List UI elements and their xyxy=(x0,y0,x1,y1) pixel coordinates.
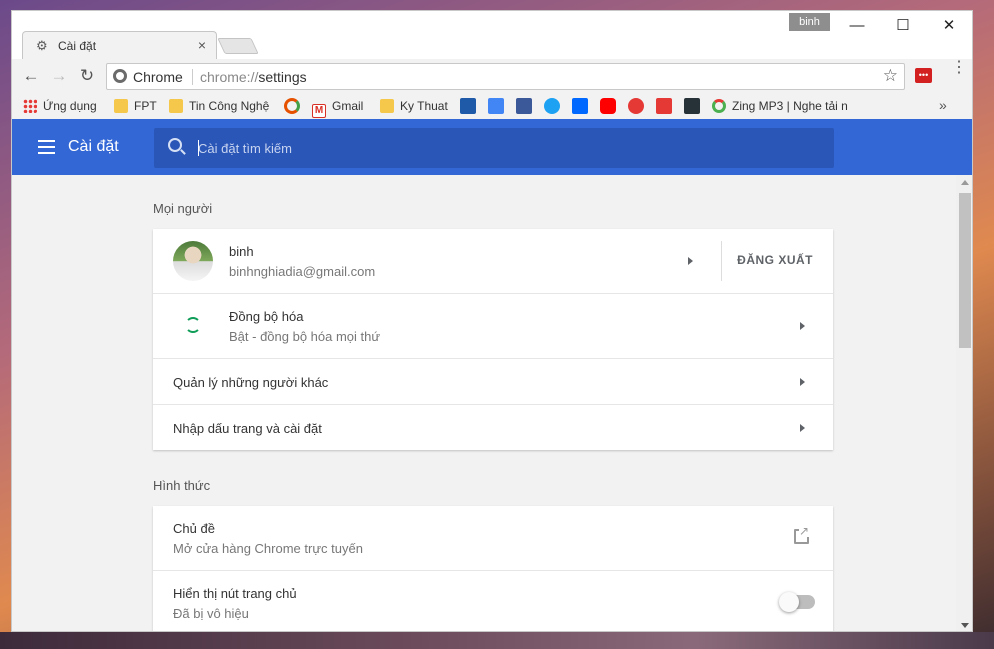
youtube-icon[interactable] xyxy=(600,98,616,114)
chevron-right-icon xyxy=(800,424,805,432)
search-icon xyxy=(168,138,182,152)
maximize-button[interactable]: ☐ xyxy=(880,15,926,37)
zalo-icon[interactable] xyxy=(572,98,588,114)
bookmark-gmail[interactable]: M Gmail xyxy=(312,98,363,118)
star-icon[interactable]: ☆ xyxy=(883,66,898,86)
toolbar: ← → ↻ Chrome chrome://settings ☆ ••• ⋮ xyxy=(12,59,972,93)
settings-content: Mọi người binh binhnghiadia@gmail.com ĐĂ… xyxy=(12,175,956,631)
omnibox-divider xyxy=(192,69,193,85)
section-title-appearance: Hình thức xyxy=(153,478,211,493)
chevron-right-icon[interactable] xyxy=(688,257,693,265)
site-label: Chrome xyxy=(133,69,183,85)
extension-icon[interactable]: ••• xyxy=(915,68,932,83)
address-bar[interactable]: Chrome chrome://settings ☆ xyxy=(106,63,905,90)
bookmark-ky-thuat[interactable]: Ky Thuat xyxy=(380,98,448,114)
chevron-right-icon xyxy=(800,322,805,330)
text-caret xyxy=(198,140,199,156)
profile-badge[interactable]: binh xyxy=(789,13,830,31)
facebook-icon[interactable] xyxy=(516,98,532,114)
manage-others-row[interactable]: Quản lý những người khác xyxy=(153,359,833,405)
forward-button[interactable]: → xyxy=(49,66,69,86)
bookmark-fpt[interactable]: FPT xyxy=(114,98,157,114)
chrome-icon xyxy=(113,69,127,83)
gmail-icon: M xyxy=(312,104,326,118)
chevron-right-icon xyxy=(800,378,805,386)
import-row[interactable]: Nhập dấu trang và cài đặt xyxy=(153,405,833,450)
desktop-wallpaper xyxy=(0,632,994,649)
bookmark-apps[interactable]: Ứng dụng xyxy=(23,98,97,114)
open-in-new-icon[interactable] xyxy=(794,525,810,544)
scrollbar[interactable] xyxy=(956,175,972,631)
refresh-site-icon[interactable] xyxy=(284,98,300,114)
avatar xyxy=(173,241,213,281)
folder-icon xyxy=(169,99,183,113)
new-tab-button[interactable] xyxy=(217,38,259,54)
bookmarks-bar: Ứng dụng FPT Tin Công Nghệ M Gmail Ky Thu… xyxy=(12,93,972,119)
scroll-down-arrow-icon[interactable] xyxy=(961,623,969,628)
sync-title: Đồng bộ hóa xyxy=(229,309,304,324)
url-text[interactable]: chrome://settings xyxy=(200,69,307,85)
divider xyxy=(721,241,722,281)
import-label: Nhập dấu trang và cài đặt xyxy=(173,421,322,436)
theme-subtitle: Mở cửa hàng Chrome trực tuyến xyxy=(173,541,363,556)
home-button-subtitle: Đã bị vô hiệu xyxy=(173,606,249,621)
search-input[interactable] xyxy=(198,128,798,168)
section-title-people: Mọi người xyxy=(153,201,213,216)
scroll-up-arrow-icon[interactable] xyxy=(961,180,969,185)
account-email: binhnghiadia@gmail.com xyxy=(229,264,376,279)
folder-icon xyxy=(114,99,128,113)
people-card: binh binhnghiadia@gmail.com ĐĂNG XUẤT Đồ… xyxy=(153,229,833,450)
sync-icon xyxy=(185,317,201,333)
back-button[interactable]: ← xyxy=(21,66,41,86)
google-translate-icon[interactable] xyxy=(488,98,504,114)
fpt-logo-icon[interactable] xyxy=(460,98,476,114)
title-bar: ⚙ Cài đặt × binh — ☐ ✕ xyxy=(12,11,972,60)
home-button-toggle[interactable] xyxy=(779,592,815,612)
home-button-title: Hiển thị nút trang chủ xyxy=(173,586,297,601)
browser-window: ⚙ Cài đặt × binh — ☐ ✕ ← → ↻ Chrome chro… xyxy=(11,10,973,632)
search-box[interactable] xyxy=(154,128,834,168)
home-button-row[interactable]: Hiển thị nút trang chủ Đã bị vô hiệu xyxy=(153,571,833,631)
theme-title: Chủ đề xyxy=(173,521,215,536)
settings-header: Cài đặt xyxy=(12,119,972,175)
bookmark-tin-cong-nghe[interactable]: Tin Công Nghệ xyxy=(169,98,269,114)
zing-icon xyxy=(712,99,726,113)
tab-close-icon[interactable]: × xyxy=(198,37,206,53)
reload-button[interactable]: ↻ xyxy=(77,66,97,86)
apps-grid-icon xyxy=(23,99,37,113)
site-s-icon[interactable] xyxy=(628,98,644,114)
bookmark-zing-mp3[interactable]: Zing MP3 | Nghe tải n xyxy=(712,98,848,114)
page-title: Cài đặt xyxy=(68,138,119,155)
signout-button[interactable]: ĐĂNG XUẤT xyxy=(737,253,813,267)
folder-icon xyxy=(380,99,394,113)
bookmarks-overflow-icon[interactable]: » xyxy=(939,97,947,113)
minimize-button[interactable]: — xyxy=(834,15,880,37)
manage-others-label: Quản lý những người khác xyxy=(173,375,329,390)
tab-settings[interactable]: ⚙ Cài đặt × xyxy=(22,31,217,60)
close-button[interactable]: ✕ xyxy=(926,15,972,37)
site-t-icon[interactable] xyxy=(656,98,672,114)
menu-icon[interactable]: ⋮ xyxy=(951,60,967,76)
tab-title: Cài đặt xyxy=(58,39,97,53)
sync-row[interactable]: Đồng bộ hóa Bật - đồng bộ hóa mọi thứ xyxy=(153,294,833,359)
twitter-icon[interactable] xyxy=(544,98,560,114)
hamburger-menu-icon[interactable] xyxy=(38,140,55,154)
sync-subtitle: Bật - đồng bộ hóa mọi thứ xyxy=(229,329,381,344)
site-v-icon[interactable] xyxy=(684,98,700,114)
account-row[interactable]: binh binhnghiadia@gmail.com ĐĂNG XUẤT xyxy=(153,229,833,294)
account-name: binh xyxy=(229,244,254,259)
gear-icon: ⚙ xyxy=(36,38,48,53)
appearance-card: Chủ đề Mở cửa hàng Chrome trực tuyến Hiể… xyxy=(153,506,833,631)
toggle-knob xyxy=(779,592,799,612)
theme-row[interactable]: Chủ đề Mở cửa hàng Chrome trực tuyến xyxy=(153,506,833,571)
scrollbar-thumb[interactable] xyxy=(959,193,971,348)
